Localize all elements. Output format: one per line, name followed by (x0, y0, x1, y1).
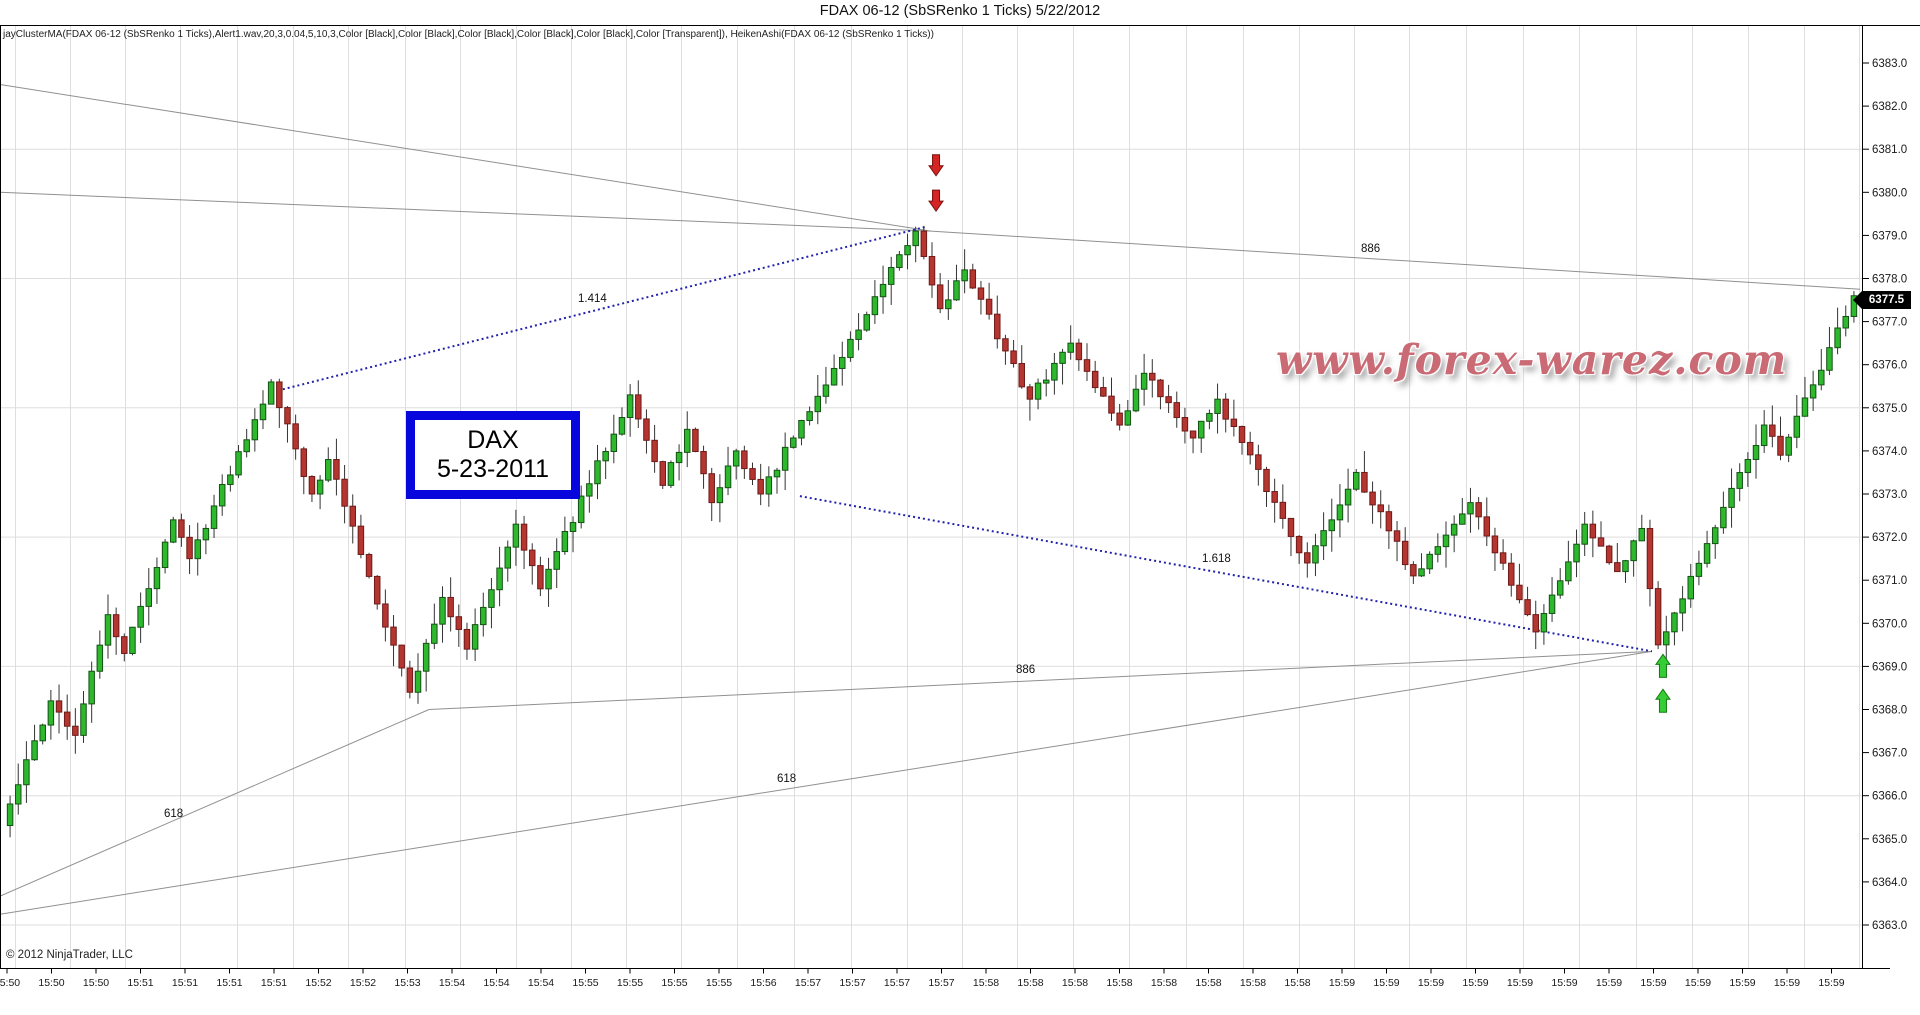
svg-text:6363.0: 6363.0 (1872, 920, 1907, 932)
svg-text:15:59: 15:59 (1729, 977, 1755, 989)
ninjatrader-copyright: © 2012 NinjaTrader, LLC (6, 949, 133, 961)
svg-text:15:59: 15:59 (1418, 977, 1444, 989)
fib-label-1618[interactable]: 1.618 (1202, 553, 1231, 565)
svg-text:15:57: 15:57 (928, 977, 954, 989)
price-marker-value: 6377.5 (1862, 291, 1911, 309)
svg-text:15:54: 15:54 (439, 977, 465, 989)
svg-text:15:51: 15:51 (261, 977, 287, 989)
svg-text:6373.0: 6373.0 (1872, 489, 1907, 501)
chart-canvas[interactable]: 6383.0 6382.0 6381.0 6380.0 6379.0 6378.0 6377… (0, 0, 1920, 1015)
fib-label-1414[interactable]: 1.414 (578, 293, 607, 305)
svg-text:6383.0: 6383.0 (1872, 58, 1907, 70)
svg-text:15:51: 15:51 (127, 977, 153, 989)
svg-text:15:57: 15:57 (884, 977, 910, 989)
svg-text:15:58: 15:58 (1017, 977, 1043, 989)
svg-text:15:59: 15:59 (1774, 977, 1800, 989)
svg-text:15:59: 15:59 (1462, 977, 1488, 989)
svg-text:15:57: 15:57 (795, 977, 821, 989)
svg-text:15:53: 15:53 (394, 977, 420, 989)
svg-text:15:51: 15:51 (216, 977, 242, 989)
svg-text:6379.0: 6379.0 (1872, 230, 1907, 242)
svg-text:15:50: 15:50 (38, 977, 64, 989)
svg-text:6370.0: 6370.0 (1872, 618, 1907, 630)
svg-text:6378.0: 6378.0 (1872, 274, 1907, 286)
svg-text:15:58: 15:58 (1284, 977, 1310, 989)
chart-text-callout[interactable]: DAX 5-23-2011 (406, 411, 580, 499)
svg-text:6368.0: 6368.0 (1872, 705, 1907, 717)
svg-text:15:52: 15:52 (305, 977, 331, 989)
callout-line1: DAX (467, 426, 518, 455)
svg-text:6376.0: 6376.0 (1872, 360, 1907, 372)
svg-text:15:51: 15:51 (172, 977, 198, 989)
svg-text:6367.0: 6367.0 (1872, 748, 1907, 760)
fib-label-886-top[interactable]: 886 (1361, 243, 1380, 255)
svg-text:15:59: 15:59 (1507, 977, 1533, 989)
svg-text:6381.0: 6381.0 (1872, 144, 1907, 156)
svg-text:15:59: 15:59 (1373, 977, 1399, 989)
svg-text:15:55: 15:55 (617, 977, 643, 989)
callout-line2: 5-23-2011 (437, 455, 549, 484)
svg-text:15:59: 15:59 (1640, 977, 1666, 989)
svg-text:15:52: 15:52 (350, 977, 376, 989)
svg-text:6377.0: 6377.0 (1872, 317, 1907, 329)
svg-text:6369.0: 6369.0 (1872, 661, 1907, 673)
svg-text:6364.0: 6364.0 (1872, 877, 1907, 889)
fib-label-618-left[interactable]: 618 (164, 808, 183, 820)
svg-text:15:54: 15:54 (483, 977, 509, 989)
svg-text:15:57: 15:57 (839, 977, 865, 989)
svg-text:6371.0: 6371.0 (1872, 575, 1907, 587)
svg-text:15:58: 15:58 (1151, 977, 1177, 989)
svg-text:15:55: 15:55 (661, 977, 687, 989)
svg-text:15:54: 15:54 (528, 977, 554, 989)
svg-text:15:56: 15:56 (750, 977, 776, 989)
svg-text:15:59: 15:59 (1596, 977, 1622, 989)
svg-text:6372.0: 6372.0 (1872, 532, 1907, 544)
svg-text:15:58: 15:58 (1106, 977, 1132, 989)
chart-title: FDAX 06-12 (SbSRenko 1 Ticks) 5/22/2012 (0, 3, 1920, 19)
svg-text:15:58: 15:58 (1240, 977, 1266, 989)
svg-text:6374.0: 6374.0 (1872, 446, 1907, 458)
svg-text:15:50: 15:50 (0, 977, 20, 989)
svg-text:15:59: 15:59 (1329, 977, 1355, 989)
svg-text:15:58: 15:58 (1062, 977, 1088, 989)
indicator-parameters-label: jayClusterMA(FDAX 06-12 (SbSRenko 1 Tick… (3, 29, 934, 40)
svg-text:6375.0: 6375.0 (1872, 403, 1907, 415)
svg-text:6380.0: 6380.0 (1872, 187, 1907, 199)
svg-text:15:59: 15:59 (1685, 977, 1711, 989)
svg-text:15:58: 15:58 (973, 977, 999, 989)
svg-text:15:58: 15:58 (1195, 977, 1221, 989)
svg-text:6365.0: 6365.0 (1872, 834, 1907, 846)
svg-text:6382.0: 6382.0 (1872, 101, 1907, 113)
fib-label-618-mid[interactable]: 618 (777, 773, 796, 785)
svg-text:15:50: 15:50 (83, 977, 109, 989)
svg-text:15:55: 15:55 (706, 977, 732, 989)
price-marker-arrow-icon (1853, 291, 1862, 309)
svg-text:15:59: 15:59 (1818, 977, 1844, 989)
last-price-marker: 6377.5 (1853, 291, 1911, 309)
watermark-text: www.forex-warez.com (1276, 336, 1796, 384)
svg-text:15:55: 15:55 (572, 977, 598, 989)
fib-label-886-low[interactable]: 886 (1016, 664, 1035, 676)
svg-text:6366.0: 6366.0 (1872, 791, 1907, 803)
svg-text:15:59: 15:59 (1551, 977, 1577, 989)
